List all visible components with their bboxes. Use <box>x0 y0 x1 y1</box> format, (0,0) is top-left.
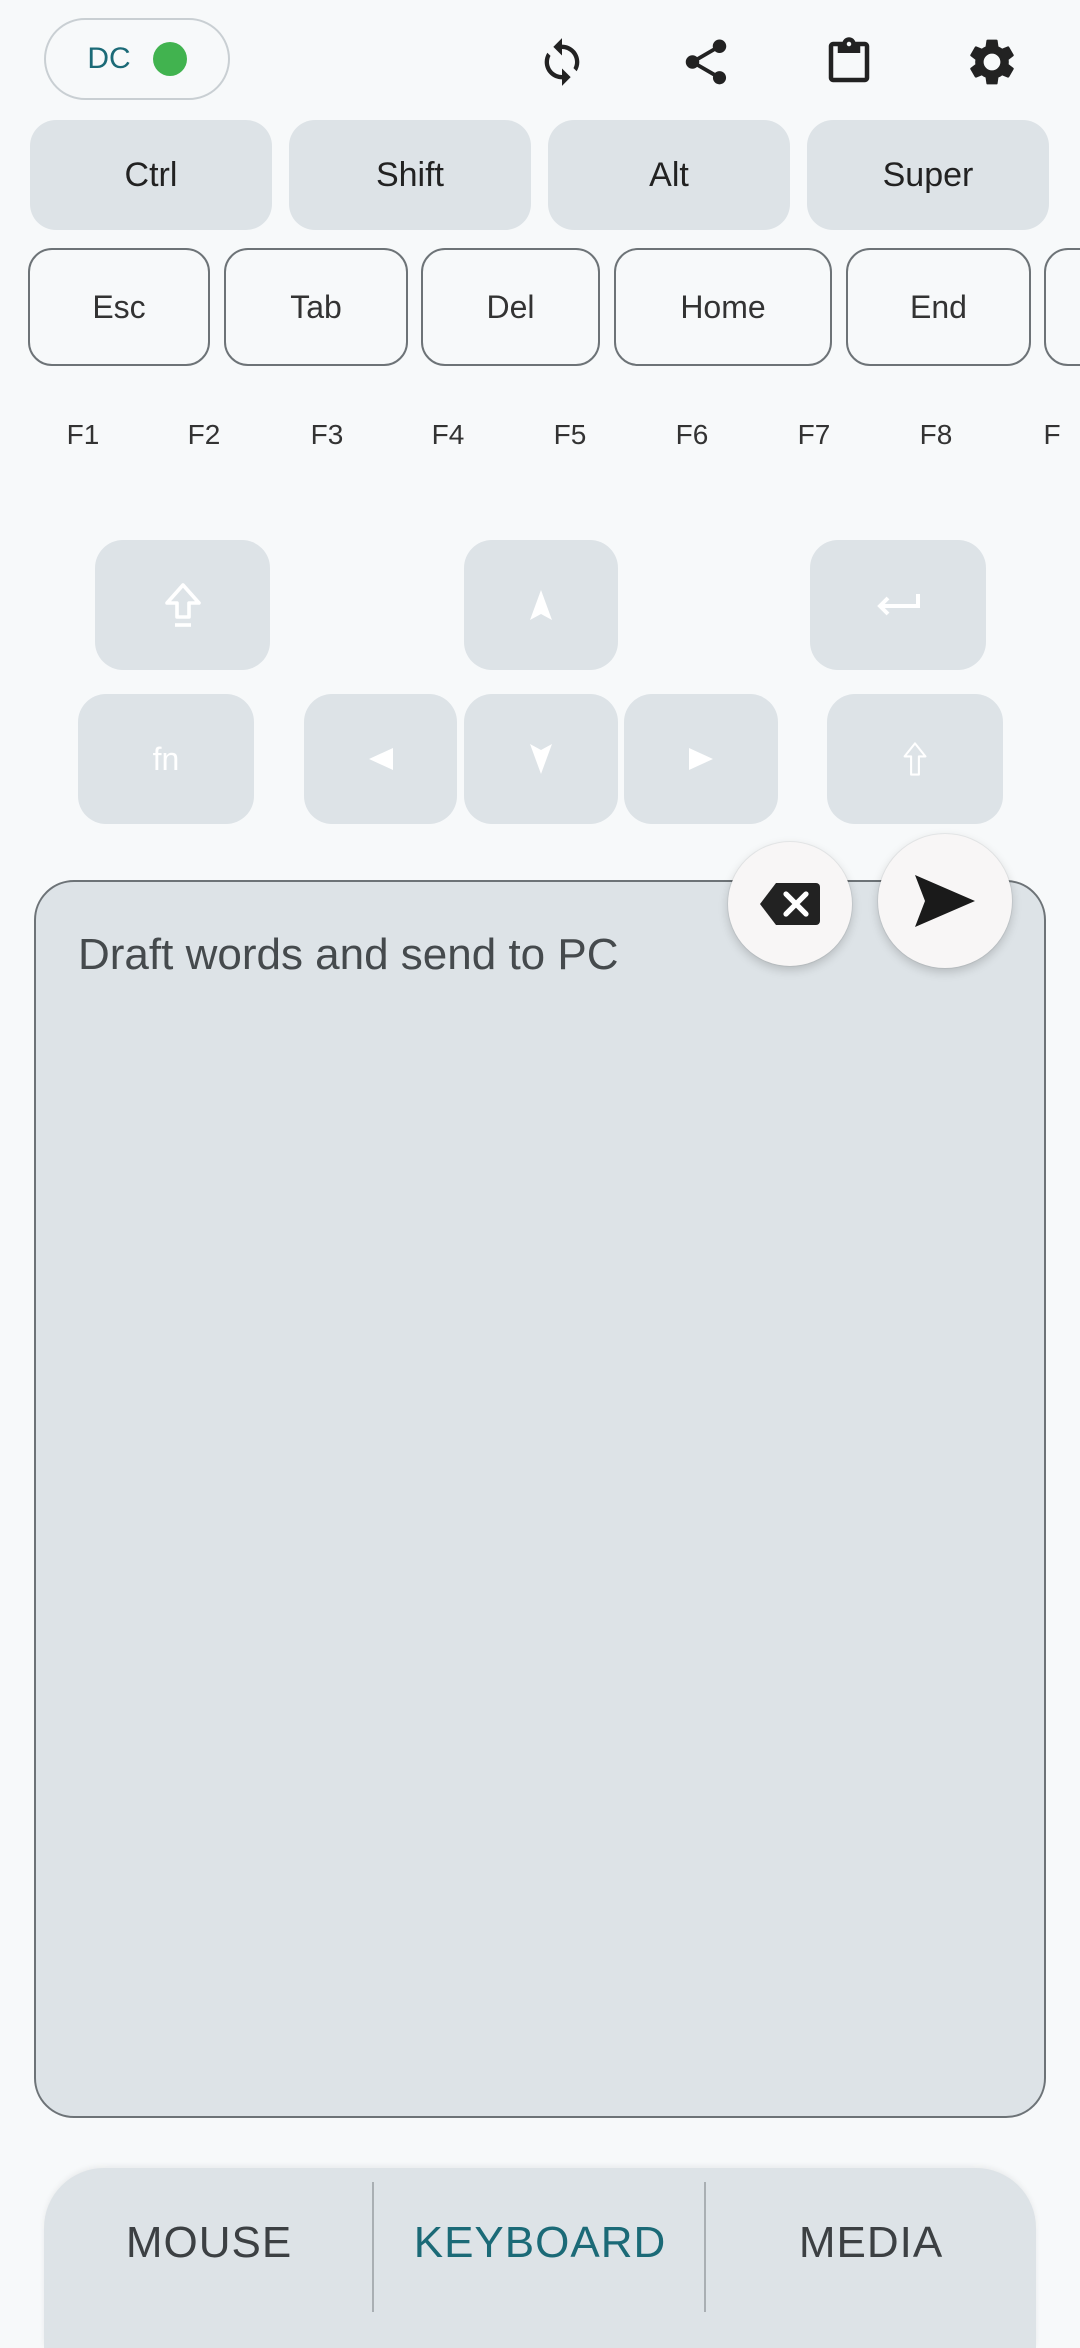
arrow-up-icon <box>530 590 552 620</box>
tab-keyboard[interactable]: KEYBOARD <box>375 2168 705 2318</box>
backspace-icon <box>760 883 820 925</box>
enter-icon <box>877 594 920 616</box>
connection-label: DC <box>87 42 131 75</box>
f2-key[interactable]: F2 <box>164 410 244 460</box>
home-key[interactable]: Home <box>614 248 832 366</box>
f1-key[interactable]: F1 <box>43 410 123 460</box>
settings-icon[interactable] <box>952 22 1032 102</box>
end-key[interactable]: End <box>846 248 1031 366</box>
ctrl-key[interactable]: Ctrl <box>30 120 272 230</box>
del-key[interactable]: Del <box>421 248 600 366</box>
draft-text-area[interactable]: Draft words and send to PC <box>34 880 1046 2118</box>
connection-chip[interactable]: DC <box>44 18 230 100</box>
caps-lock-key[interactable] <box>95 540 270 670</box>
send-button[interactable] <box>878 834 1012 968</box>
function-keys-row[interactable]: F1 F2 F3 F4 F5 F6 F7 F8 F <box>0 410 1060 460</box>
fn-key-label: fn <box>152 740 180 777</box>
tab-mouse[interactable]: MOUSE <box>44 2168 374 2318</box>
arrow-up-key[interactable] <box>464 540 618 670</box>
arrow-left-icon <box>368 748 393 770</box>
send-icon <box>915 875 975 927</box>
special-key-partial[interactable] <box>1044 248 1080 366</box>
refresh-icon[interactable] <box>522 22 602 102</box>
bottom-navigation: MOUSE KEYBOARD MEDIA <box>44 2168 1036 2348</box>
share-icon[interactable] <box>666 22 746 102</box>
draft-placeholder: Draft words and send to PC <box>78 930 619 979</box>
f6-key[interactable]: F6 <box>652 410 732 460</box>
shift-arrow-icon <box>903 742 927 776</box>
enter-key[interactable] <box>810 540 986 670</box>
arrow-left-key[interactable] <box>304 694 457 824</box>
f3-key[interactable]: F3 <box>287 410 367 460</box>
tab-key[interactable]: Tab <box>224 248 408 366</box>
caps-lock-icon <box>164 583 201 627</box>
super-key[interactable]: Super <box>807 120 1049 230</box>
f5-key[interactable]: F5 <box>530 410 610 460</box>
arrow-right-key[interactable] <box>624 694 778 824</box>
nav-divider <box>372 2182 374 2312</box>
backspace-button[interactable] <box>728 842 852 966</box>
f4-key[interactable]: F4 <box>408 410 488 460</box>
clipboard-icon[interactable] <box>809 22 889 102</box>
shift-key[interactable]: Shift <box>289 120 531 230</box>
esc-key[interactable]: Esc <box>28 248 210 366</box>
tab-media[interactable]: MEDIA <box>706 2168 1036 2318</box>
arrow-down-icon <box>530 744 552 774</box>
arrow-down-key[interactable] <box>464 694 618 824</box>
fn-key[interactable]: fn <box>78 694 254 824</box>
alt-key[interactable]: Alt <box>548 120 790 230</box>
f7-key[interactable]: F7 <box>774 410 854 460</box>
special-keys-row[interactable]: Esc Tab Del Home End <box>0 248 1080 368</box>
arrow-right-icon <box>689 748 713 770</box>
connection-status-dot <box>152 42 187 76</box>
shift-arrow-key[interactable] <box>827 694 1003 824</box>
f9-key-partial[interactable]: F <box>1012 410 1060 460</box>
f8-key[interactable]: F8 <box>896 410 976 460</box>
